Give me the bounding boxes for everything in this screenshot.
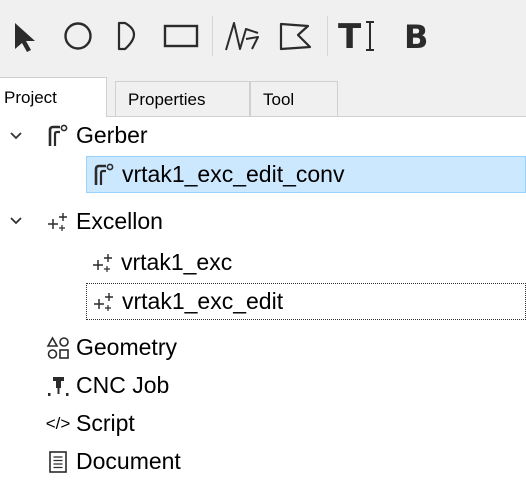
gerber-icon bbox=[92, 163, 116, 187]
drill-holes-icon bbox=[92, 290, 116, 314]
text-cursor-icon: T bbox=[338, 17, 374, 56]
drill-holes-icon bbox=[46, 210, 70, 234]
tree-item-label: Geometry bbox=[76, 334, 177, 360]
project-tree: Gerber vrtak1_exc_edit_conv Excellon vrt… bbox=[0, 117, 526, 479]
chevron-down-icon[interactable] bbox=[8, 213, 24, 229]
drawing-toolbar: T B bbox=[0, 0, 526, 75]
tab-project[interactable]: Project bbox=[0, 77, 107, 117]
tree-item-excellon-object[interactable]: vrtak1_exc_edit bbox=[86, 283, 526, 320]
rectangle-tool-button[interactable] bbox=[156, 10, 206, 62]
tree-item-label: vrtak1_exc bbox=[121, 249, 233, 275]
buffer-tool-button[interactable]: B bbox=[395, 10, 445, 62]
arc-tool-button[interactable] bbox=[104, 10, 154, 62]
tree-item-excellon[interactable]: Excellon bbox=[46, 203, 526, 240]
notebook-tabs: Project Properties Tool bbox=[0, 75, 526, 117]
rectangle-icon bbox=[163, 24, 199, 48]
circle-tool-button[interactable] bbox=[53, 10, 103, 62]
tree-item-excellon-object[interactable]: vrtak1_exc bbox=[86, 244, 526, 281]
tree-item-gerber[interactable]: Gerber bbox=[46, 117, 526, 154]
polygon-icon bbox=[279, 22, 312, 51]
tree-item-script[interactable]: </> Script bbox=[46, 405, 526, 442]
tree-item-cnc-job[interactable]: CNC Job bbox=[46, 367, 526, 404]
tree-item-gerber-object[interactable]: vrtak1_exc_edit_conv bbox=[86, 156, 526, 193]
gerber-icon bbox=[46, 124, 70, 148]
pointer-arrow-icon bbox=[15, 23, 35, 52]
svg-text:B: B bbox=[404, 18, 428, 56]
tab-label: Tool bbox=[263, 90, 295, 109]
tree-item-label: Excellon bbox=[76, 208, 163, 234]
geometry-icon bbox=[46, 335, 70, 360]
code-icon: </> bbox=[45, 413, 71, 433]
select-tool-button[interactable] bbox=[0, 10, 50, 62]
tree-item-label: vrtak1_exc_edit bbox=[122, 288, 284, 314]
tree-item-label: CNC Job bbox=[76, 372, 170, 398]
tab-label: Properties bbox=[128, 90, 206, 109]
drill-holes-icon bbox=[91, 251, 115, 275]
polygon-tool-button[interactable] bbox=[270, 10, 320, 62]
buffer-icon: B bbox=[404, 18, 428, 56]
path-tool-button[interactable] bbox=[216, 10, 266, 62]
tree-item-label: Gerber bbox=[76, 122, 148, 148]
text-tool-button[interactable]: T bbox=[334, 10, 384, 62]
tab-tool[interactable]: Tool bbox=[250, 81, 338, 116]
tree-item-document[interactable]: Document bbox=[46, 443, 526, 480]
chevron-down-icon[interactable] bbox=[8, 128, 24, 144]
svg-text:T: T bbox=[338, 17, 362, 56]
toolbar-separator bbox=[327, 16, 328, 56]
tree-item-label: vrtak1_exc_edit_conv bbox=[122, 161, 345, 187]
arc-icon bbox=[117, 21, 136, 51]
tree-item-geometry[interactable]: Geometry bbox=[46, 329, 526, 366]
circle-icon bbox=[64, 22, 92, 50]
tab-label: Project bbox=[4, 88, 57, 107]
cnc-job-icon bbox=[46, 374, 70, 398]
document-icon bbox=[46, 450, 70, 474]
tab-properties[interactable]: Properties bbox=[115, 81, 250, 116]
path-icon bbox=[225, 22, 259, 51]
toolbar-separator bbox=[212, 16, 213, 56]
tree-item-label: Script bbox=[76, 410, 135, 436]
tree-item-label: Document bbox=[76, 448, 181, 474]
